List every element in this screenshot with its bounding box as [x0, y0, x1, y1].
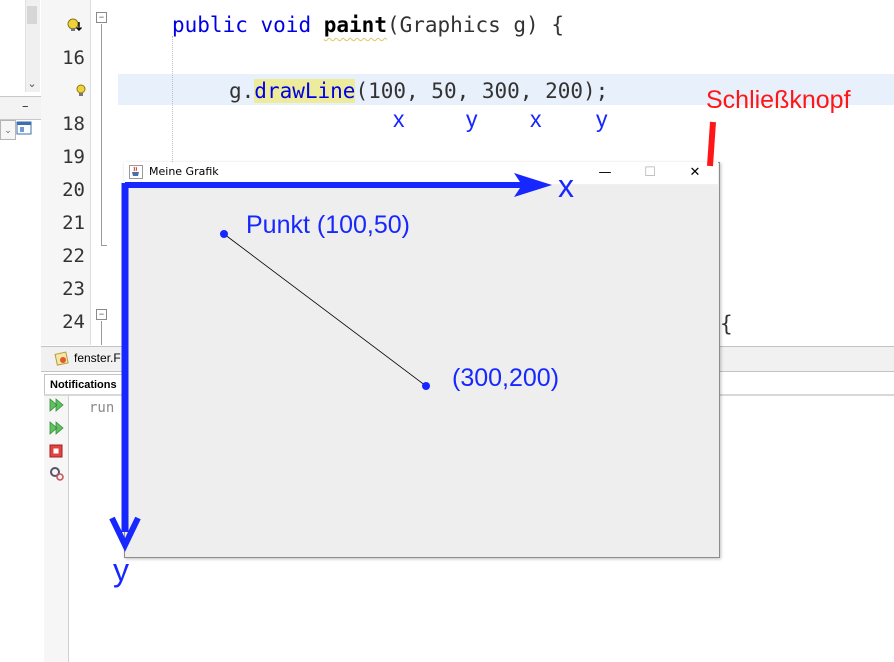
line-number: 23	[62, 278, 85, 300]
fold-range-line	[101, 24, 102, 246]
members-view-icon[interactable]	[16, 120, 32, 136]
arg-label-x2: x	[530, 106, 542, 132]
code-brace: {	[720, 312, 733, 336]
line-number: 19	[62, 146, 85, 168]
method-name: drawLine	[254, 79, 356, 103]
form-file-icon	[54, 351, 69, 366]
fold-column	[91, 0, 118, 345]
close-icon: ✕	[689, 165, 701, 180]
line-number: 18	[62, 113, 85, 135]
lightbulb-hint-icon[interactable]	[75, 84, 87, 98]
start-point-label: Punkt (100,50)	[246, 211, 410, 239]
override-hint-icon[interactable]	[66, 17, 84, 34]
code-text: (Graphics g) {	[386, 13, 564, 37]
method-name: paint	[323, 13, 387, 37]
stop-icon[interactable]	[49, 444, 63, 458]
line-number: 21	[62, 212, 85, 234]
line-number: 16	[62, 47, 85, 69]
keyword: void	[260, 13, 312, 37]
output-toolbar	[44, 396, 69, 662]
output-text: run	[89, 400, 115, 416]
arg-label-x1: x	[393, 106, 405, 132]
fold-collapse-icon[interactable]: −	[96, 12, 107, 23]
line-number: 20	[62, 179, 85, 201]
line-number: 22	[62, 245, 85, 267]
arg-label-y2: y	[596, 106, 608, 132]
fold-collapse-icon[interactable]: −	[96, 309, 107, 320]
end-point-label: (300,200)	[452, 364, 560, 392]
code-line-paint[interactable]: public void paint(Graphics g) {	[172, 13, 564, 37]
close-button[interactable]: ✕	[673, 163, 717, 183]
rerun-icon[interactable]	[49, 398, 65, 412]
fold-end-mark	[101, 245, 107, 246]
code-line-drawline[interactable]: g.drawLine(100, 50, 300, 200);	[229, 79, 608, 103]
scrollbar-thumb[interactable]	[27, 6, 37, 24]
scroll-down-arrow-icon[interactable]: ⌄	[25, 76, 39, 92]
x-axis-label: x	[558, 168, 574, 204]
navigator-dropdown[interactable]: ⌄	[0, 120, 16, 140]
arg-label-y1: y	[466, 106, 478, 132]
java-cup-icon	[129, 165, 143, 179]
tab-notifications[interactable]: Notifications	[44, 374, 125, 395]
rerun-with-params-icon[interactable]	[49, 421, 65, 435]
minimize-panel-icon[interactable]: –	[22, 99, 29, 114]
maximize-button[interactable]: ☐	[628, 163, 672, 183]
close-button-annotation: Schließknopf	[706, 86, 851, 114]
line-number: 24	[62, 311, 85, 333]
file-tab-label: fenster.F	[74, 351, 121, 365]
code-text: g.	[229, 79, 255, 103]
graphics-window[interactable]	[124, 162, 720, 558]
window-title: Meine Grafik	[149, 165, 219, 178]
y-axis-label: y	[113, 552, 129, 588]
minimize-button[interactable]: —	[583, 163, 627, 183]
keyword: public	[172, 13, 248, 37]
settings-icon[interactable]	[49, 466, 65, 482]
code-text: (100, 50, 300, 200);	[355, 79, 609, 103]
maximize-icon: ☐	[644, 165, 656, 180]
navigator-toolbar	[0, 96, 41, 120]
minimize-icon: —	[598, 165, 612, 180]
fold-range-line	[101, 321, 102, 345]
